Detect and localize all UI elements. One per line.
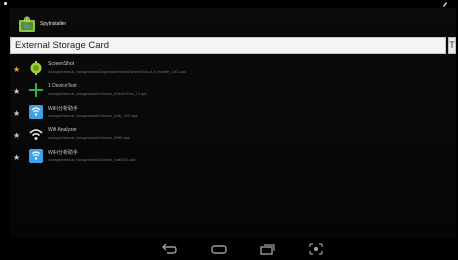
star-outline-icon[interactable]: ★ (13, 88, 20, 96)
star-outline-icon[interactable]: ★ (13, 154, 20, 162)
list-item[interactable]: ★ WiFi分析助手 /storage/external_storage/sdc… (10, 148, 456, 170)
file-name: WiFi分析助手 (48, 150, 78, 156)
action-bar: SpyInstaller (10, 8, 456, 34)
file-path: /storage/external_storage/sdcard1/device… (48, 92, 147, 96)
navigation-bar (0, 238, 458, 260)
star-filled-icon[interactable]: ★ (13, 66, 20, 74)
file-path: /storage/external_storage/sdcard1/appins… (48, 70, 186, 74)
back-icon[interactable] (160, 242, 178, 256)
file-name: ScreenShot (48, 61, 75, 67)
file-name: Wifi Analyzer (48, 127, 77, 133)
wifi-icon (29, 129, 43, 140)
android-installer-icon[interactable] (19, 16, 35, 32)
list-item[interactable]: ★ ScreenShot /storage/external_storage/s… (10, 60, 456, 82)
storage-selector[interactable]: External Storage Card (10, 37, 446, 54)
list-item[interactable]: ★ 1 DeviceTest /storage/external_storage… (10, 82, 456, 104)
file-name: WiFi分析助手 (48, 106, 78, 112)
recent-apps-icon[interactable] (258, 242, 276, 256)
screenshot-icon[interactable] (307, 242, 325, 256)
file-path: /storage/external_storage/sdcard1/device… (48, 114, 138, 118)
blue-app-icon (29, 149, 43, 163)
blue-app-icon (29, 105, 43, 119)
storage-side-button[interactable]: T (448, 37, 456, 54)
app-title: SpyInstaller (40, 21, 67, 27)
storage-selector-label: External Storage Card (15, 40, 109, 51)
star-outline-icon[interactable]: ★ (13, 110, 20, 118)
file-path: /storage/external_storage/sdcard1/device… (48, 136, 130, 140)
notification-icon (4, 2, 7, 5)
battery-icon (443, 2, 447, 7)
star-outline-icon[interactable]: ★ (13, 132, 20, 140)
status-bar (0, 0, 458, 8)
green-cross-icon (29, 83, 43, 97)
app-screen: SpyInstaller External Storage Card T ★ S… (10, 8, 456, 238)
file-name: 1 DeviceTest (48, 83, 77, 89)
file-path: /storage/external_storage/sdcard1/device… (48, 158, 136, 162)
list-item[interactable]: ★ Wifi Analyzer /storage/external_storag… (10, 126, 456, 148)
green-android-icon (30, 61, 42, 75)
list-item[interactable]: ★ WiFi分析助手 /storage/external_storage/sdc… (10, 104, 456, 126)
home-icon[interactable] (210, 242, 228, 256)
